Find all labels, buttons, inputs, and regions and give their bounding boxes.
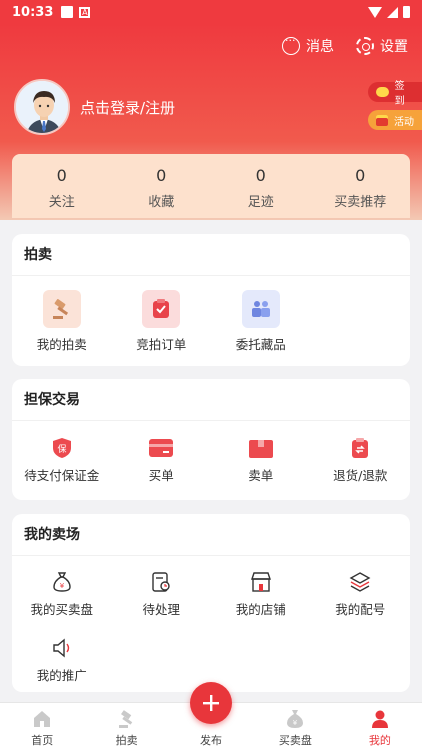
auction-card: 拍卖 我的拍卖 竞拍订单 委托藏品 bbox=[12, 234, 410, 366]
gavel-icon bbox=[42, 290, 81, 328]
stat-label: 关注 bbox=[48, 195, 75, 210]
stats-bar: 0 关注 0 收藏 0 足迹 0 买卖推荐 bbox=[12, 154, 410, 218]
settings-label: 设置 bbox=[380, 39, 408, 55]
item-label: 竞拍订单 bbox=[136, 337, 187, 352]
item-label: 待处理 bbox=[142, 602, 180, 617]
refund-icon bbox=[349, 437, 371, 459]
consign-item[interactable]: 委托藏品 bbox=[211, 290, 311, 353]
stat-value: 0 bbox=[255, 166, 266, 185]
publish-button[interactable] bbox=[190, 682, 232, 724]
auction-title: 拍卖 bbox=[12, 234, 410, 276]
tab-mine[interactable]: 我的 bbox=[338, 703, 422, 750]
my-trade-book-item[interactable]: ¥ 我的买卖盘 bbox=[12, 571, 112, 618]
box-icon bbox=[248, 437, 274, 459]
svg-text:保: 保 bbox=[57, 443, 66, 455]
bid-orders-item[interactable]: 竞拍订单 bbox=[112, 290, 212, 353]
stat-value: 0 bbox=[156, 166, 167, 185]
settings-button[interactable]: 设置 bbox=[356, 36, 408, 56]
sell-orders-item[interactable]: 卖单 bbox=[211, 437, 311, 484]
signin-button[interactable]: 签到 bbox=[368, 81, 422, 107]
avatar[interactable] bbox=[14, 79, 70, 135]
tab-label: 拍卖 bbox=[115, 734, 138, 747]
home-icon bbox=[32, 709, 52, 729]
item-label: 我的店铺 bbox=[235, 602, 286, 617]
plus-icon bbox=[203, 695, 219, 711]
item-label: 买单 bbox=[148, 468, 174, 483]
chat-icon bbox=[282, 34, 300, 55]
handshake-icon bbox=[241, 290, 280, 328]
svg-text:¥: ¥ bbox=[293, 719, 298, 727]
signin-label: 签到 bbox=[394, 81, 405, 107]
stat-recommend[interactable]: 0 买卖推荐 bbox=[311, 154, 411, 218]
pending-item[interactable]: 待处理 bbox=[112, 571, 212, 618]
store-icon bbox=[250, 571, 272, 593]
status-time: 10:33 bbox=[12, 4, 54, 20]
escrow-title: 担保交易 bbox=[12, 379, 410, 421]
item-label: 待支付保证金 bbox=[24, 468, 100, 483]
gear-icon bbox=[356, 37, 374, 55]
notification-icon bbox=[61, 6, 74, 18]
item-label: 委托藏品 bbox=[235, 337, 286, 352]
buy-orders-item[interactable]: 买单 bbox=[112, 437, 212, 484]
item-label: 我的推广 bbox=[36, 668, 87, 683]
market-title: 我的卖场 bbox=[12, 514, 410, 556]
stat-value: 0 bbox=[56, 166, 67, 185]
stat-label: 收藏 bbox=[148, 195, 175, 210]
stat-follow[interactable]: 0 关注 bbox=[12, 154, 112, 218]
stat-favorites[interactable]: 0 收藏 bbox=[112, 154, 212, 218]
money-bag-icon: ¥ bbox=[51, 571, 73, 593]
item-label: 退货/退款 bbox=[333, 468, 388, 483]
pending-icon bbox=[150, 571, 172, 593]
app-notification-icon: A bbox=[79, 6, 91, 18]
my-auction-item[interactable]: 我的拍卖 bbox=[12, 290, 112, 353]
escrow-card: 担保交易 保 待支付保证金 买单 卖单 退货/退款 bbox=[12, 379, 410, 500]
stat-history[interactable]: 0 足迹 bbox=[211, 154, 311, 218]
publish-label: 发布 bbox=[200, 734, 222, 747]
stat-label: 买卖推荐 bbox=[334, 195, 387, 210]
item-label: 我的买卖盘 bbox=[30, 602, 93, 617]
activity-label: 活动 bbox=[394, 116, 414, 128]
tab-label: 我的 bbox=[368, 734, 391, 747]
tab-label: 首页 bbox=[31, 734, 54, 747]
tab-auction[interactable]: 拍卖 bbox=[84, 703, 168, 750]
tab-trade-book[interactable]: ¥ 买卖盘 bbox=[253, 703, 337, 750]
login-link[interactable]: 点击登录/注册 bbox=[80, 97, 175, 118]
tab-label: 买卖盘 bbox=[278, 734, 312, 747]
gift-icon bbox=[376, 114, 388, 126]
user-icon bbox=[370, 709, 390, 729]
item-label: 我的配号 bbox=[335, 602, 386, 617]
status-bar: 10:33 A bbox=[0, 0, 422, 24]
activity-button[interactable]: 活动 bbox=[368, 110, 422, 130]
battery-icon bbox=[403, 6, 410, 18]
item-label: 卖单 bbox=[248, 468, 274, 483]
cloud-icon bbox=[376, 87, 389, 97]
megaphone-icon bbox=[51, 637, 73, 659]
stat-value: 0 bbox=[355, 166, 366, 185]
market-card: 我的卖场 ¥ 我的买卖盘 待处理 我的店铺 我的配号 我的推广 bbox=[12, 514, 410, 692]
svg-text:¥: ¥ bbox=[60, 582, 65, 590]
wifi-icon bbox=[368, 6, 382, 18]
refund-item[interactable]: 退货/退款 bbox=[311, 437, 411, 484]
signal-icon bbox=[387, 6, 398, 18]
gavel-icon bbox=[117, 709, 137, 729]
card-icon bbox=[148, 437, 174, 459]
layers-icon bbox=[349, 571, 371, 593]
my-promotion-item[interactable]: 我的推广 bbox=[12, 637, 112, 684]
my-allocation-item[interactable]: 我的配号 bbox=[311, 571, 411, 618]
shield-icon: 保 bbox=[51, 437, 73, 459]
stat-label: 足迹 bbox=[247, 195, 274, 210]
messages-button[interactable]: 消息 bbox=[282, 34, 334, 56]
item-label: 我的拍卖 bbox=[36, 337, 87, 352]
my-store-item[interactable]: 我的店铺 bbox=[211, 571, 311, 618]
pending-deposit-item[interactable]: 保 待支付保证金 bbox=[12, 437, 112, 484]
tab-home[interactable]: 首页 bbox=[0, 703, 84, 750]
messages-label: 消息 bbox=[306, 39, 334, 55]
clipboard-icon bbox=[142, 290, 181, 328]
money-bag-icon: ¥ bbox=[285, 709, 305, 729]
